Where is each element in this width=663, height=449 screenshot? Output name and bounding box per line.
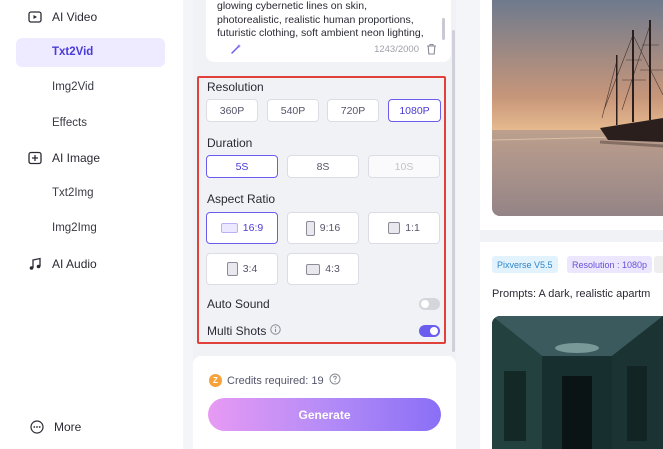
sidebar-item-img2vid[interactable]: Img2Vid	[52, 81, 94, 93]
generate-button[interactable]: Generate	[208, 398, 441, 431]
aspect-1-1-icon	[388, 222, 401, 234]
sidebar-section-ai-audio[interactable]: AI Audio	[28, 257, 97, 271]
panel-scrollbar[interactable]	[452, 30, 455, 352]
settings-highlight-box: Resolution 360P 540P 720P 1080P Duration…	[197, 76, 446, 344]
aspect-option-16-9[interactable]: 16:9	[206, 212, 278, 244]
multi-shots-toggle[interactable]	[419, 325, 440, 337]
prompt-char-count: 1243/2000	[374, 44, 419, 55]
sidebar-section-label: AI Video	[52, 10, 98, 24]
gallery-divider	[480, 230, 663, 242]
magic-wand-icon[interactable]	[230, 42, 242, 60]
sidebar: AI Video Txt2Vid Img2Vid Effects AI Imag…	[0, 0, 183, 449]
generate-card: Z Credits required: 19 Generate	[193, 356, 456, 449]
duration-option-10s[interactable]: 10S	[368, 155, 440, 178]
prompt-textarea[interactable]: glowing cybernetic lines on skin, photor…	[217, 0, 432, 41]
aspect-option-label: 1:1	[405, 222, 420, 234]
multi-shots-label: Multi Shots	[207, 324, 267, 338]
resolution-option-360p[interactable]: 360P	[206, 99, 258, 122]
aspect-ratio-label: Aspect Ratio	[207, 192, 276, 206]
trash-icon[interactable]	[426, 42, 437, 60]
resolution-badge: Resolution : 1080p	[567, 256, 653, 273]
result-image-hallway[interactable]	[492, 316, 663, 449]
aspect-option-1-1[interactable]: 1:1	[368, 212, 440, 244]
resolution-option-1080p[interactable]: 1080P	[388, 99, 441, 122]
aspect-option-label: 16:9	[242, 222, 264, 234]
aspect-option-label: 4:3	[325, 263, 340, 275]
result-image-ship[interactable]	[492, 0, 663, 216]
info-icon[interactable]	[270, 324, 282, 338]
aspect-option-4-3[interactable]: 4:3	[287, 253, 359, 285]
more-badge	[654, 256, 663, 273]
sidebar-section-ai-video[interactable]: AI Video	[28, 10, 97, 24]
auto-sound-toggle[interactable]	[419, 298, 440, 310]
resolution-option-540p[interactable]: 540P	[267, 99, 319, 122]
sidebar-section-ai-image[interactable]: AI Image	[28, 151, 100, 165]
sidebar-item-txt2img[interactable]: Txt2Img	[52, 187, 94, 199]
music-icon	[28, 257, 42, 271]
model-badge: Pixverse V5.5	[492, 256, 558, 273]
sidebar-item-txt2vid[interactable]: Txt2Vid	[16, 38, 165, 67]
credits-row: Z Credits required: 19	[209, 373, 341, 388]
duration-option-8s[interactable]: 8S	[287, 155, 359, 178]
prompt-card[interactable]: glowing cybernetic lines on skin, photor…	[206, 0, 451, 62]
aspect-option-3-4[interactable]: 3:4	[206, 253, 278, 285]
aspect-9-16-icon	[305, 220, 315, 236]
sidebar-item-img2img[interactable]: Img2Img	[52, 222, 97, 234]
auto-sound-label: Auto Sound	[207, 297, 270, 311]
result-prompt-text: Prompts: A dark, realistic apartm	[492, 288, 651, 300]
image-icon	[28, 151, 42, 165]
sidebar-item-effects[interactable]: Effects	[52, 117, 87, 129]
aspect-option-label: 9:16	[319, 222, 341, 234]
aspect-option-9-16[interactable]: 9:16	[287, 212, 359, 244]
duration-option-5s[interactable]: 5S	[206, 155, 278, 178]
more-icon	[30, 420, 44, 434]
more-button[interactable]: More	[30, 420, 81, 434]
aspect-4-3-icon	[306, 263, 321, 275]
more-label: More	[54, 420, 82, 434]
video-icon	[28, 10, 42, 24]
generation-panel: glowing cybernetic lines on skin, photor…	[193, 0, 456, 449]
aspect-option-label: 3:4	[242, 263, 258, 275]
credits-coin-icon: Z	[209, 374, 222, 387]
resolution-option-720p[interactable]: 720P	[327, 99, 379, 122]
sidebar-item-label: Txt2Vid	[52, 46, 94, 58]
credits-required-text: Credits required: 19	[227, 374, 324, 387]
duration-label: Duration	[207, 136, 253, 150]
sidebar-section-label: AI Audio	[52, 257, 97, 271]
aspect-3-4-icon	[226, 262, 238, 276]
help-icon[interactable]	[329, 373, 341, 388]
sidebar-section-label: AI Image	[52, 151, 101, 165]
resolution-label: Resolution	[207, 80, 264, 94]
multi-shots-row: Multi Shots	[207, 324, 282, 338]
prompt-scrollbar[interactable]	[442, 18, 445, 40]
results-gallery: Pixverse V5.5 Resolution : 1080p Prompts…	[480, 0, 663, 449]
aspect-16-9-icon	[220, 223, 238, 233]
